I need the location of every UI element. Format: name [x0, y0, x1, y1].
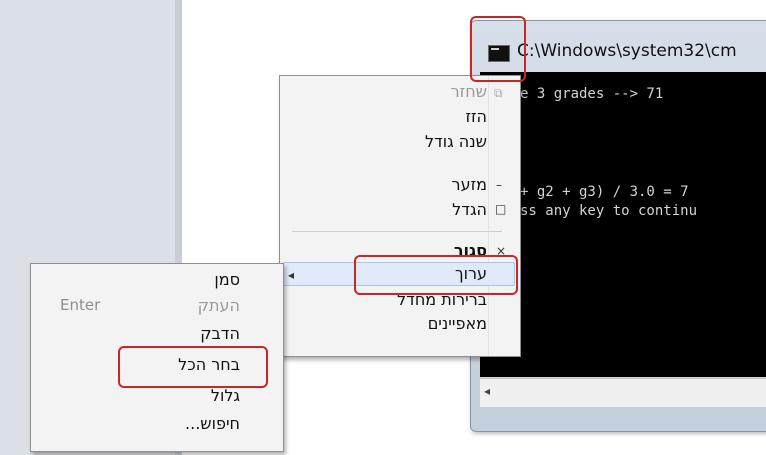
menu-gutter	[488, 76, 489, 356]
console-window-title: C:\Windows\system32\cm	[517, 41, 737, 61]
minimize-icon: –	[496, 178, 502, 192]
console-line: e 3 grades --> 71	[520, 86, 664, 102]
menu-item-move[interactable]: הזז	[465, 107, 487, 126]
menu-separator	[292, 231, 502, 232]
copy-shortcut: Enter	[60, 296, 101, 314]
scroll-left-arrow-icon[interactable]: ◂	[484, 384, 490, 398]
submenu-arrow-icon: ◂	[288, 268, 295, 282]
console-output-area[interactable]	[480, 72, 766, 377]
menu-item-mark[interactable]: סמן	[214, 270, 240, 289]
menu-item-properties[interactable]: מאפיינים	[428, 314, 487, 333]
restore-icon: ⧉	[494, 86, 503, 100]
menu-item-minimize[interactable]: מזער	[452, 175, 487, 194]
menu-item-restore: שחזר	[450, 82, 487, 101]
annotation-box-select-all	[118, 346, 268, 388]
annotation-box-app-icon	[470, 16, 526, 82]
menu-item-maximize[interactable]: הגדל	[452, 200, 487, 219]
menu-item-paste[interactable]: הדבק	[200, 324, 240, 343]
annotation-box-edit	[354, 255, 518, 295]
maximize-icon: □	[495, 202, 507, 216]
console-line: + g2 + g3) / 3.0 = 7	[520, 184, 689, 200]
horizontal-scrollbar[interactable]	[480, 378, 766, 407]
menu-item-scroll[interactable]: גלול	[211, 386, 240, 405]
menu-item-copy: העתק	[197, 296, 240, 315]
console-line: ss any key to continu	[520, 203, 698, 219]
menu-item-size[interactable]: שנה גודל	[425, 132, 487, 151]
menu-item-find[interactable]: חיפוש...	[185, 414, 240, 433]
